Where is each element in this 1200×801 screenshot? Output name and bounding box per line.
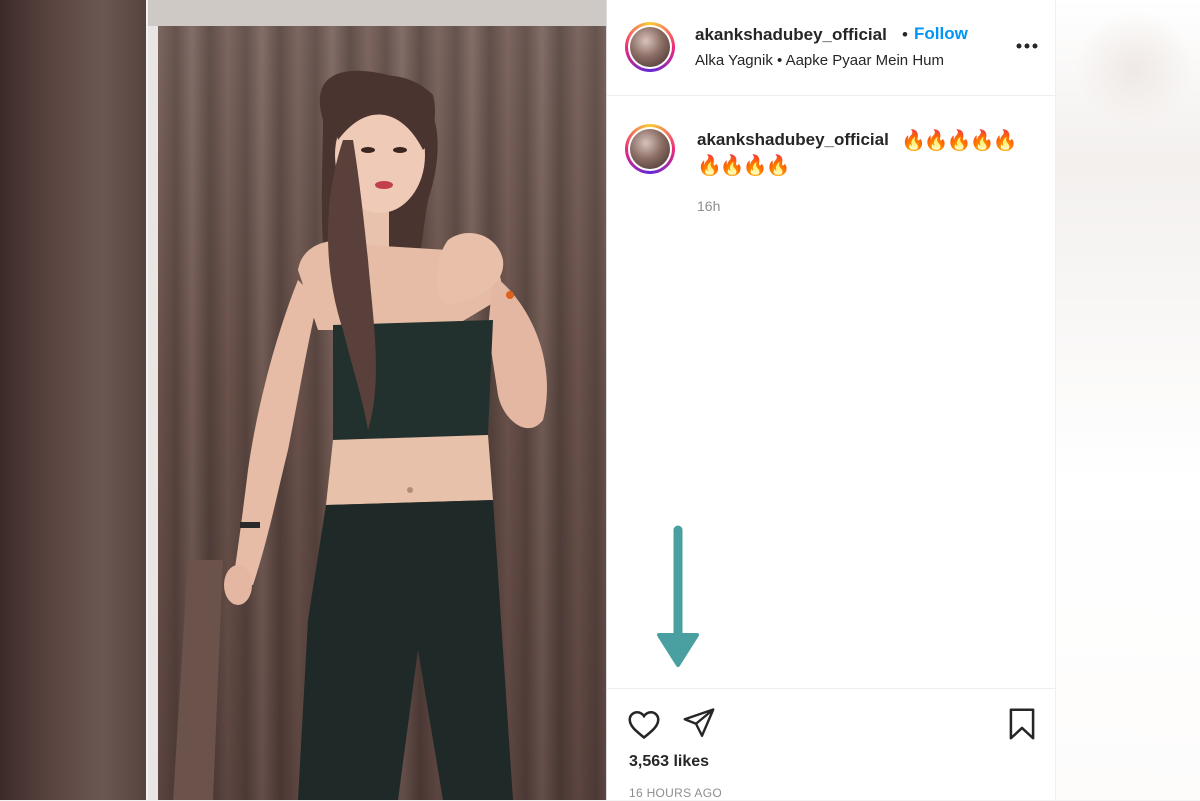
caption-username-link[interactable]: akankshadubey_official xyxy=(697,130,889,150)
username-link[interactable]: akankshadubey_official xyxy=(695,25,887,45)
caption-text-line2: 🔥🔥🔥🔥 xyxy=(697,155,791,177)
post-media[interactable] xyxy=(148,0,606,800)
separator-dot: • xyxy=(902,25,908,44)
avatar-image xyxy=(630,27,670,67)
caption-text-line1: 🔥🔥🔥🔥🔥 xyxy=(901,130,1018,152)
more-horizontal-icon xyxy=(1016,43,1038,49)
audio-track-link[interactable]: Alka Yagnik • Aapke Pyaar Mein Hum xyxy=(695,52,944,69)
caption-avatar[interactable] xyxy=(625,124,675,174)
paper-plane-icon xyxy=(683,708,715,737)
avatar-image xyxy=(630,129,670,169)
caption-timestamp: 16h xyxy=(697,198,721,214)
avatar[interactable] xyxy=(625,22,675,72)
dancer-figure xyxy=(173,70,547,800)
heart-icon xyxy=(628,711,660,740)
follow-button[interactable]: Follow xyxy=(914,24,968,44)
share-button[interactable] xyxy=(681,705,721,745)
post-actions: 3,563 likes 16 HOURS AGO xyxy=(607,688,1055,801)
likes-count[interactable]: 3,563 likes xyxy=(629,753,709,771)
like-button[interactable] xyxy=(625,705,665,745)
more-options-button[interactable] xyxy=(1015,34,1039,58)
background-blur-left xyxy=(0,0,146,800)
save-button[interactable] xyxy=(1003,705,1043,745)
post-side-panel: akankshadubey_official • Follow Alka Yag… xyxy=(606,0,1056,800)
post-timestamp: 16 HOURS AGO xyxy=(629,786,722,800)
down-arrow-annotation-icon xyxy=(657,525,699,667)
post-header: akankshadubey_official • Follow Alka Yag… xyxy=(607,0,1055,96)
bookmark-icon xyxy=(1009,708,1035,740)
background-blur-right xyxy=(1055,0,1200,800)
